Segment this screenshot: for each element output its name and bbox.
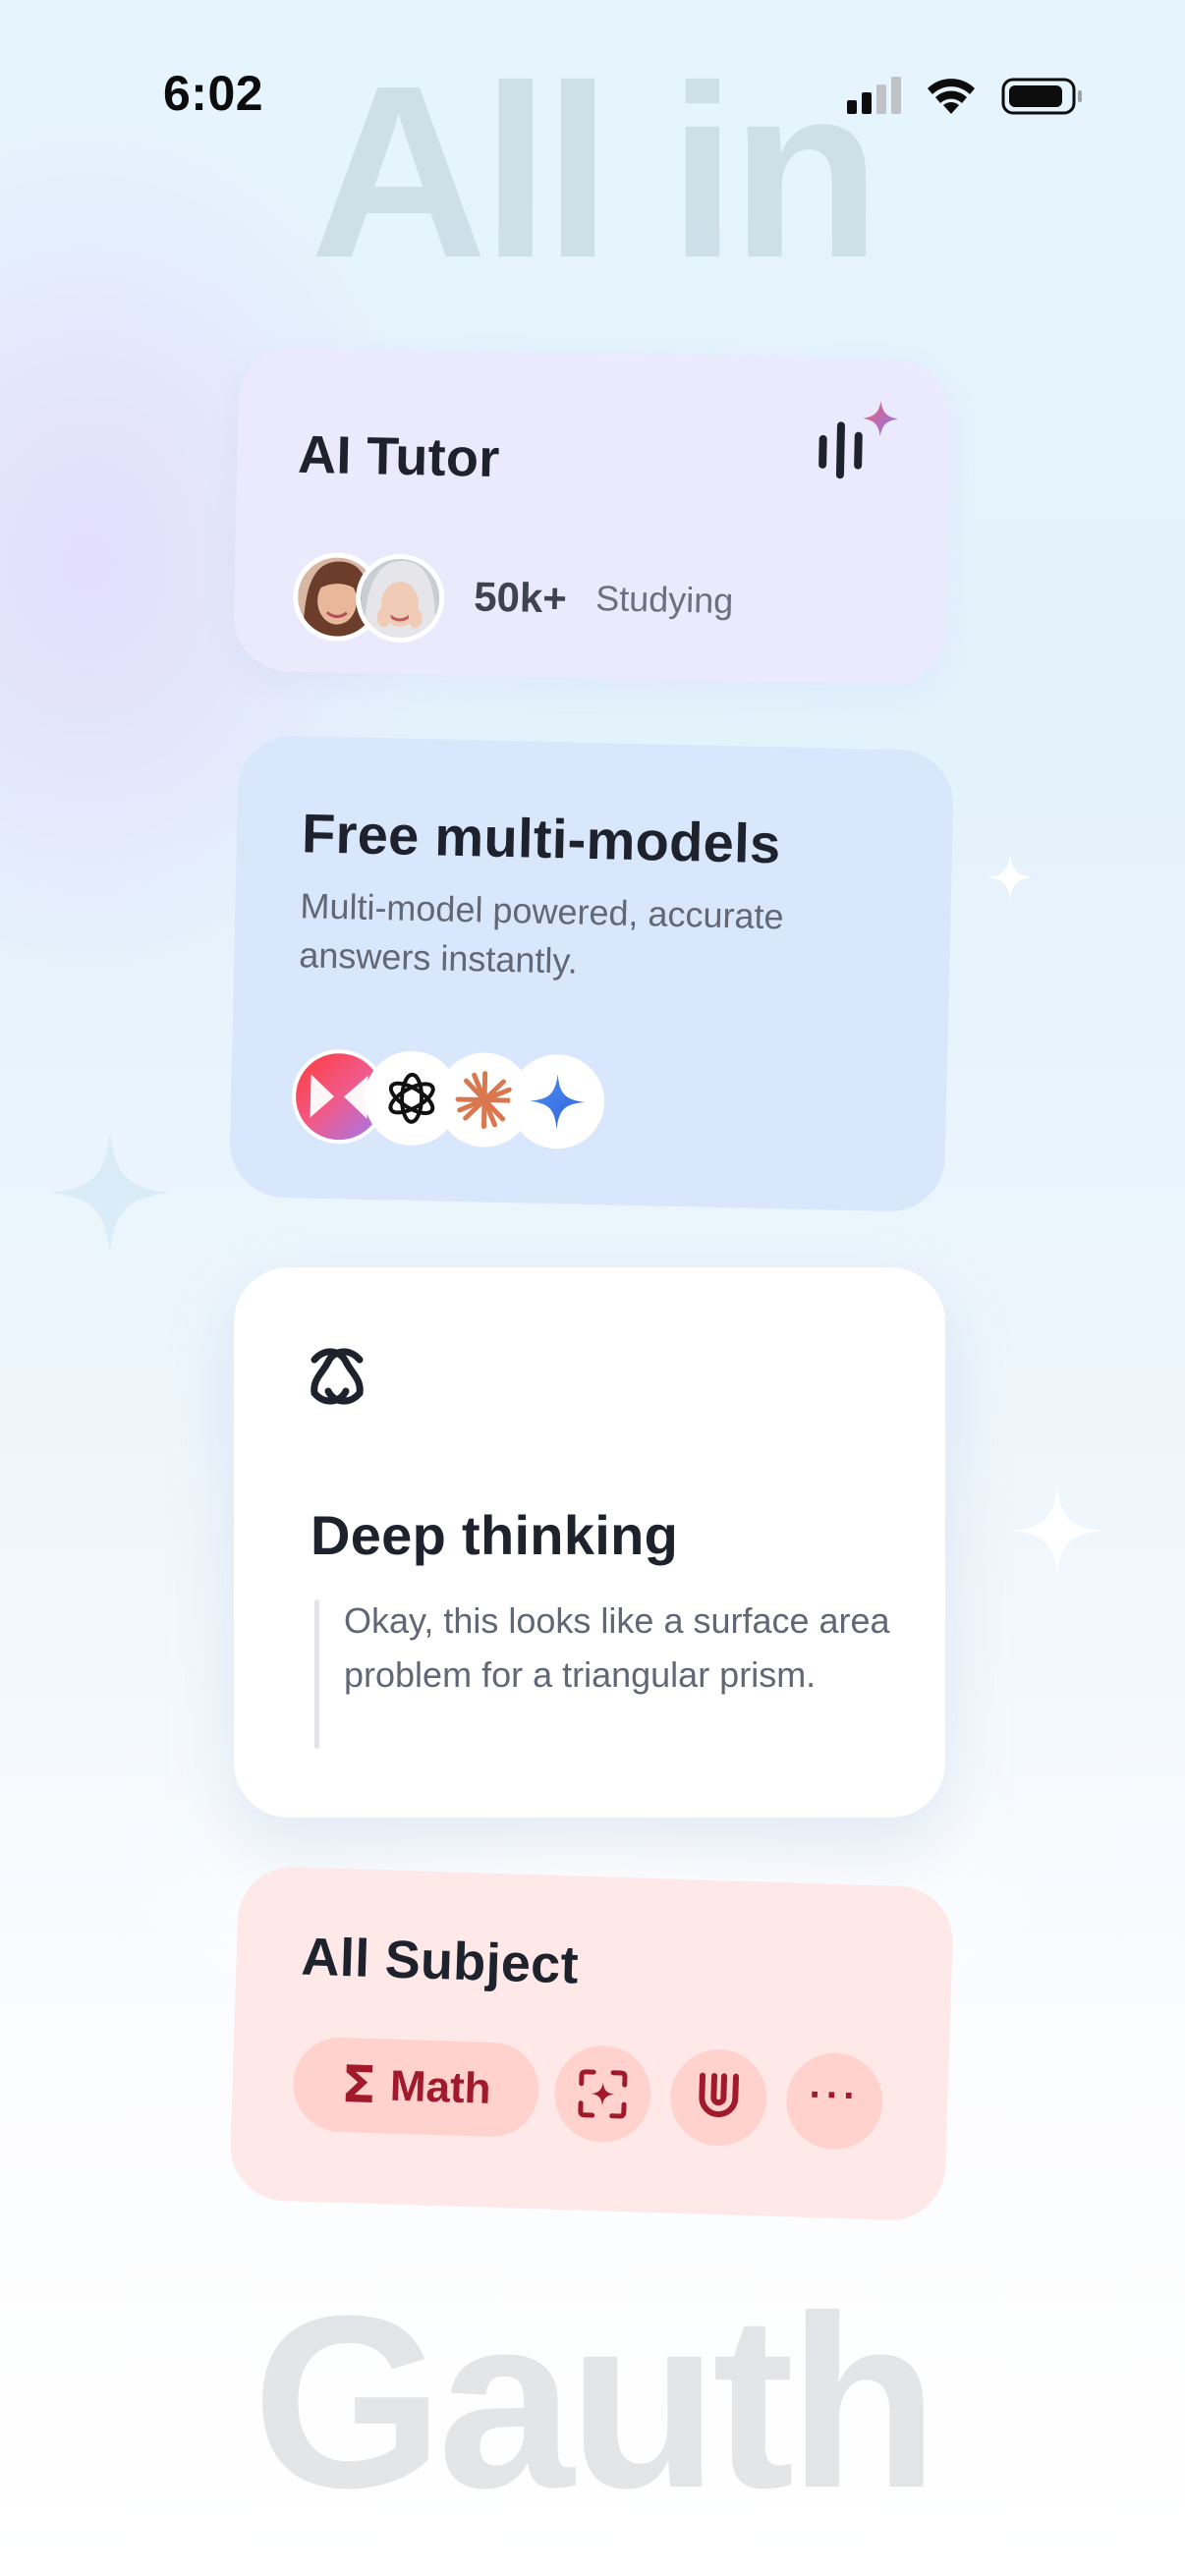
scan-sparkle-icon <box>578 2069 628 2119</box>
gemini-logo-icon <box>508 1053 606 1150</box>
multi-models-card[interactable]: Free multi-models Multi-model powered, a… <box>228 734 955 1213</box>
background-headline-bottom: Gauth <box>252 2265 938 2539</box>
deep-thinking-card[interactable]: Deep thinking Okay, this looks like a su… <box>234 1267 945 1818</box>
sigma-icon: Σ <box>340 2055 377 2116</box>
all-subject-title: All Subject <box>300 1927 580 1995</box>
ai-tutor-card[interactable]: AI Tutor 50k+ Studying <box>232 346 951 686</box>
battery-icon <box>1001 78 1082 115</box>
avatar <box>355 553 446 644</box>
sparkle-icon <box>1012 1485 1102 1576</box>
multi-models-title: Free multi-models <box>301 802 782 875</box>
math-chip[interactable]: Σ Math <box>292 2036 540 2139</box>
math-chip-label: Math <box>389 2061 492 2113</box>
status-time: 6:02 <box>163 66 264 121</box>
sparkle-icon <box>987 854 1034 901</box>
onboarding-screen: All in Gauth 6:02 AI Tutor 50k+ Studying… <box>0 0 1185 2576</box>
sparkle-icon <box>49 1132 171 1254</box>
voice-wave-sparkle-icon <box>818 401 899 479</box>
more-chip[interactable]: ··· <box>784 2051 884 2152</box>
scan-chip[interactable] <box>552 2044 652 2144</box>
deep-thinking-quote: Okay, this looks like a surface area pro… <box>344 1600 890 1695</box>
magnet-icon <box>699 2072 740 2118</box>
physics-chip[interactable] <box>668 2047 768 2148</box>
multi-models-description: Multi-model powered, accurate answers in… <box>298 885 785 981</box>
all-subject-card[interactable]: All Subject Σ Math ··· <box>228 1865 955 2222</box>
cellular-signal-icon <box>847 77 901 114</box>
atom-knot-icon <box>310 1348 364 1405</box>
studying-label: Studying <box>594 578 734 622</box>
more-icon: ··· <box>808 2072 862 2118</box>
quote-bar <box>314 1599 319 1749</box>
wifi-icon <box>928 79 975 114</box>
ai-tutor-title: AI Tutor <box>297 424 501 489</box>
studying-count: 50k+ <box>473 573 568 622</box>
deep-thinking-title: Deep thinking <box>310 1504 679 1566</box>
status-icons <box>847 77 1082 115</box>
